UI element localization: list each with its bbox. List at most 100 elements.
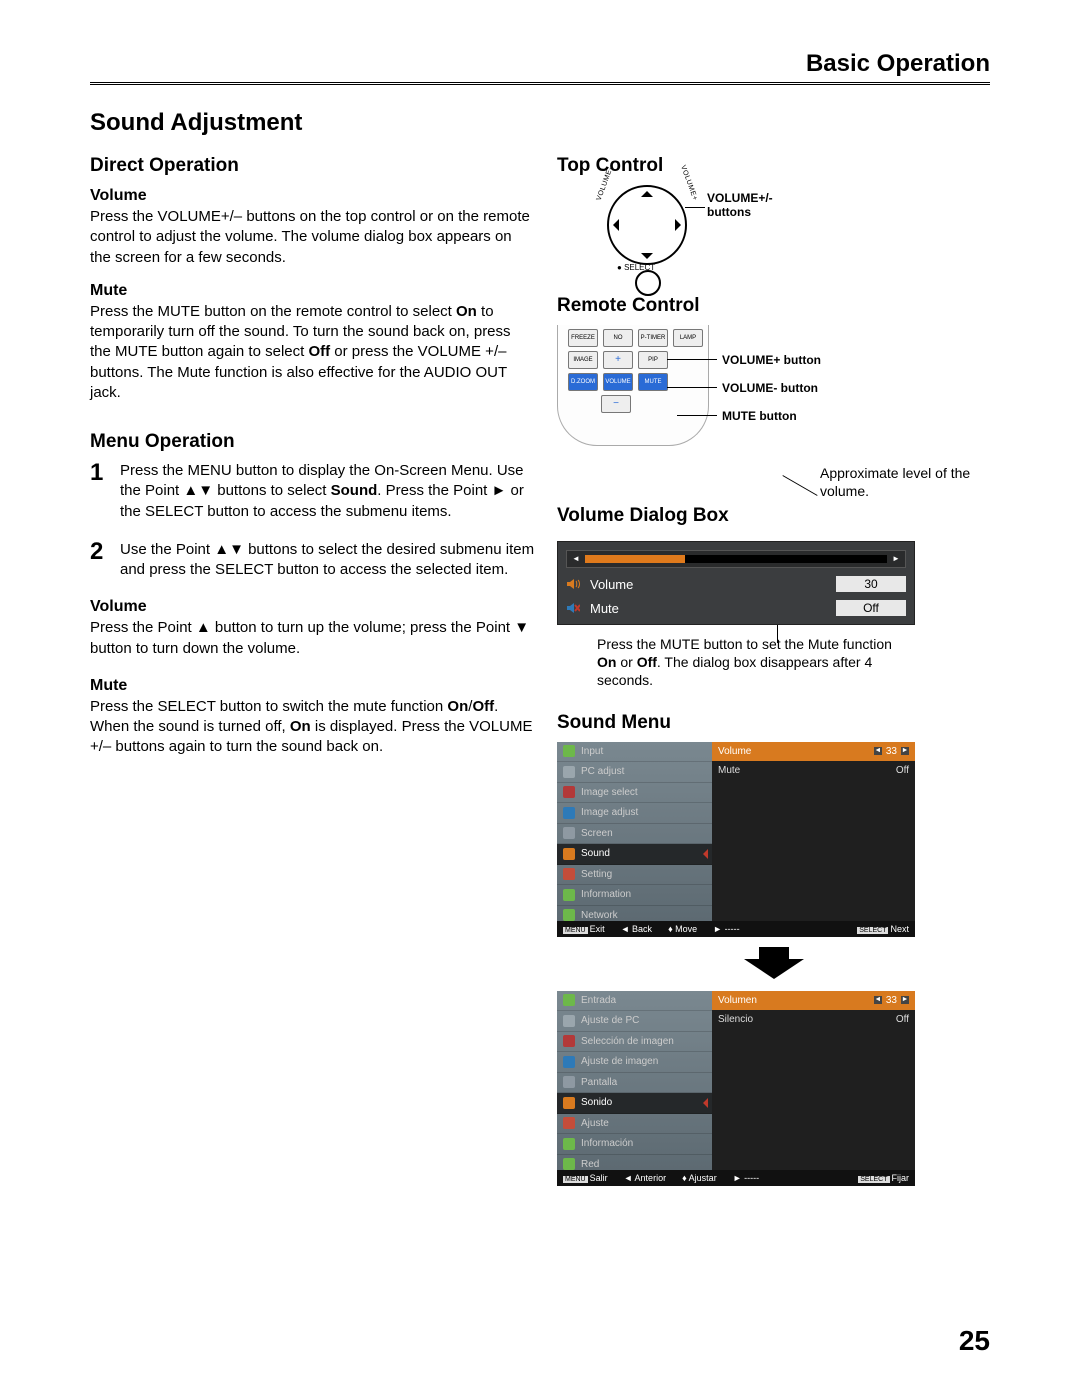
mute-button: MUTE: [638, 373, 668, 391]
menu-item-label: Ajuste de PC: [581, 1015, 639, 1026]
menu-item-icon: [563, 1076, 575, 1088]
down-arrow-icon: [739, 947, 809, 977]
step-1: 1 Press the MENU button to display the O…: [90, 461, 535, 522]
volume-dialog-heading: Volume Dialog Box: [557, 505, 990, 527]
osd-sub-row: MuteOff: [712, 761, 915, 781]
lamp-button: LAMP: [673, 329, 703, 347]
menu-item-label: Information: [581, 889, 631, 900]
menu-item-label: Setting: [581, 869, 612, 880]
mute-value: Off: [836, 600, 906, 616]
osd-menu-item: Information: [557, 885, 712, 906]
sound-menu-heading: Sound Menu: [557, 712, 990, 734]
remote-row-1: FREEZE NO SHOW P-TIMER LAMP: [568, 329, 703, 347]
menu-item-icon: [563, 827, 575, 839]
osd-menu-item: Screen: [557, 824, 712, 845]
sub-volume-heading: Volume: [90, 598, 535, 616]
menu-item-label: PC adjust: [581, 766, 624, 777]
page-number: 25: [959, 1325, 990, 1357]
step-number: 1: [90, 461, 110, 522]
menu-item-label: Screen: [581, 828, 613, 839]
volume-bar: [585, 555, 887, 563]
osd-head-value: 33: [886, 746, 897, 757]
menu-item-label: Pantalla: [581, 1077, 617, 1088]
menu-item-label: Network: [581, 910, 618, 921]
step-2: 2 Use the Point ▲▼ buttons to select the…: [90, 540, 535, 581]
osd-menu-item: Pantalla: [557, 1073, 712, 1094]
freeze-button: FREEZE: [568, 329, 598, 347]
menu-item-icon: [563, 848, 575, 860]
sub-mute-heading: Mute: [90, 677, 535, 695]
osd-menu-item: PC adjust: [557, 762, 712, 783]
menu-item-icon: [563, 766, 575, 778]
menu-item-icon: [563, 1015, 575, 1027]
osd-head-value: 33: [886, 995, 897, 1006]
menu-item-label: Red: [581, 1159, 599, 1170]
left-column: Direct Operation Volume Press the VOLUME…: [90, 155, 535, 1186]
osd-header-row: Volumen◄33►: [712, 991, 915, 1011]
menu-item-label: Ajuste de imagen: [581, 1056, 658, 1067]
menu-item-icon: [563, 1138, 575, 1150]
menu-item-icon: [563, 868, 575, 880]
pip-button: PIP: [638, 351, 668, 369]
menu-item-icon: [563, 994, 575, 1006]
menu-item-icon: [563, 1117, 575, 1129]
vol-right-icon: ►: [891, 554, 901, 564]
osd-menu-item: Ajuste: [557, 1114, 712, 1135]
menu-item-icon: [563, 1035, 575, 1047]
left-arrow-icon: ◄: [874, 747, 882, 755]
speaker-icon: [566, 577, 580, 591]
menu-item-label: Input: [581, 746, 603, 757]
volume-heading: Volume: [90, 187, 535, 205]
plus-button: +: [603, 351, 633, 369]
volume-note-bottom: Press the MUTE button to set the Mute fu…: [597, 635, 897, 690]
osd-footer: MENUSalir◄ Anterior♦ Ajustar► -----SELEC…: [557, 1170, 915, 1186]
osd-menu-item: Setting: [557, 865, 712, 886]
menu-item-label: Entrada: [581, 995, 616, 1006]
step-number: 2: [90, 540, 110, 581]
volume-value: 30: [836, 576, 906, 592]
menu-operation-heading: Menu Operation: [90, 431, 535, 453]
remote-row-2: IMAGE + PIP: [568, 351, 668, 369]
sub-volume-body: Press the Point ▲ button to turn up the …: [90, 618, 535, 659]
volume-body: Press the VOLUME+/– buttons on the top c…: [90, 207, 535, 268]
osd-head-label: Volume: [718, 746, 751, 757]
ptimer-button: P-TIMER: [638, 329, 668, 347]
menu-item-icon: [563, 1056, 575, 1068]
menu-item-icon: [563, 889, 575, 901]
top-control-diagram: VOLUME- VOLUME+ ● SELECT VOLUME+/- butto…: [557, 185, 990, 295]
volume-dialog-box: ◄ ► Volume 30: [557, 541, 915, 625]
dial-icon: VOLUME- VOLUME+: [607, 185, 687, 265]
minus-button: −: [601, 395, 631, 413]
volume-plus-label: VOLUME+ button: [722, 353, 821, 367]
remote-row-3: D.ZOOM VOLUME MUTE: [568, 373, 668, 391]
osd-menu-item: Entrada: [557, 991, 712, 1012]
osd-menu-item: Sound: [557, 844, 712, 865]
osd-screenshot-2: Entrada Ajuste de PC Selección de imagen Aj…: [557, 991, 915, 1186]
volume-minus-label: VOLUME- button: [722, 381, 818, 395]
menu-item-icon: [563, 745, 575, 757]
top-control-heading: Top Control: [557, 155, 990, 177]
menu-item-icon: [563, 786, 575, 798]
volume-button: VOLUME: [603, 373, 633, 391]
osd-menu-item: Sonido: [557, 1093, 712, 1114]
osd-header-row: Volume◄33►: [712, 742, 915, 762]
menu-item-label: Sound: [581, 848, 610, 859]
osd-screenshot-1: InputPC adjustImage selectImage adjustSc…: [557, 742, 915, 937]
mute-body: Press the MUTE button on the remote cont…: [90, 302, 535, 403]
direct-operation-heading: Direct Operation: [90, 155, 535, 177]
select-button-icon: [635, 270, 661, 296]
osd-menu-item: Image select: [557, 783, 712, 804]
menu-item-label: Ajuste: [581, 1118, 609, 1129]
osd-row2-value: Off: [896, 1014, 909, 1025]
right-arrow-icon: ►: [901, 996, 909, 1004]
section-header: Basic Operation: [90, 50, 990, 85]
menu-item-icon: [563, 1158, 575, 1170]
osd-menu-item: Ajuste de PC: [557, 1011, 712, 1032]
osd-sub-row: SilencioOff: [712, 1010, 915, 1030]
sub-mute-body: Press the SELECT button to switch the mu…: [90, 697, 535, 758]
left-arrow-icon: ◄: [874, 996, 882, 1004]
noshow-button: NO SHOW: [603, 329, 633, 347]
image-button: IMAGE: [568, 351, 598, 369]
osd-menu-item: Selección de imagen: [557, 1032, 712, 1053]
osd-menu-item: Input: [557, 742, 712, 763]
